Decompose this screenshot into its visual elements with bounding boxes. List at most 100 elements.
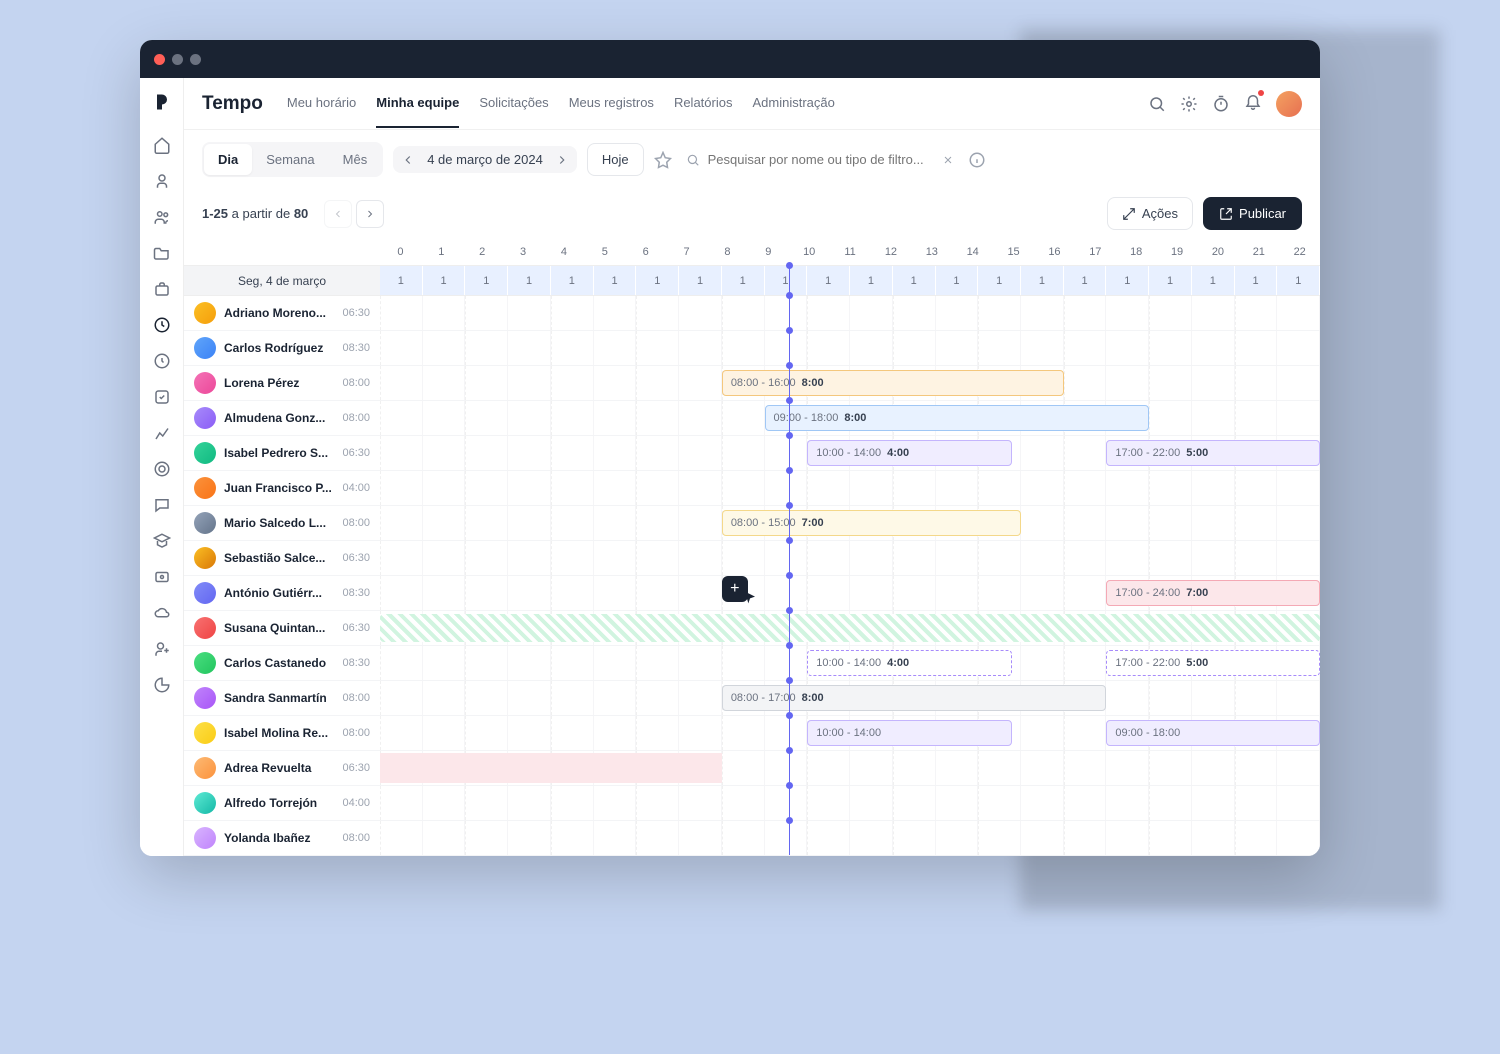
shift-block[interactable]: 17:00 - 22:005:00 [1106,440,1320,466]
actions-button[interactable]: Ações [1107,197,1193,230]
employee-name[interactable]: Adriano Moreno... [224,306,334,320]
shift-block[interactable]: 09:00 - 18:008:00 [765,405,1150,431]
next-date[interactable] [555,153,569,167]
view-semana[interactable]: Semana [252,144,328,175]
tab-administração[interactable]: Administração [752,79,834,128]
shift-block[interactable]: 10:00 - 14:004:00 [807,650,1012,676]
timeline[interactable] [380,471,1320,505]
history-icon[interactable] [153,352,171,370]
shift-block[interactable]: 17:00 - 22:005:00 [1106,650,1320,676]
chat-icon[interactable] [153,496,171,514]
tab-meus-registros[interactable]: Meus registros [569,79,654,128]
employee-name[interactable]: Susana Quintan... [224,621,334,635]
total-cell: 1 [1064,266,1107,295]
shift-block[interactable] [380,753,722,783]
clear-icon[interactable] [942,154,954,166]
employee-name[interactable]: Adrea Revuelta [224,761,334,775]
employee-row: Mario Salcedo L... 08:0008:00 - 15:007:0… [184,506,1320,541]
timeline[interactable] [380,331,1320,365]
employee-name[interactable]: António Gutiérr... [224,586,334,600]
employee-name[interactable]: Isabel Pedrero S... [224,446,334,460]
publish-button[interactable]: Publicar [1203,197,1302,230]
prev-date[interactable] [401,153,415,167]
folder-icon[interactable] [153,244,171,262]
search-icon[interactable] [1148,95,1166,113]
employee-name[interactable]: Almudena Gonz... [224,411,334,425]
timeline[interactable]: 10:00 - 14:004:00 17:00 - 22:005:00 [380,646,1320,680]
app-window: Tempo Meu horário Minha equipe Solicitaçõe… [140,40,1320,856]
star-icon[interactable] [654,151,672,169]
shift-block[interactable]: 17:00 - 24:007:00 [1106,580,1320,606]
timeline[interactable]: 08:00 - 17:008:00 [380,681,1320,715]
tab-meu-horário[interactable]: Meu horário [287,79,356,128]
cloud-icon[interactable] [153,604,171,622]
timeline[interactable] [380,296,1320,330]
shift-block[interactable]: 08:00 - 17:008:00 [722,685,1107,711]
learn-icon[interactable] [153,532,171,550]
employee-name[interactable]: Yolanda Ibañez [224,831,334,845]
tab-solicitações[interactable]: Solicitações [479,79,548,128]
prev-page[interactable] [324,200,352,228]
info-icon[interactable] [968,151,986,169]
timeline[interactable] [380,611,1320,645]
user-avatar[interactable] [1276,91,1302,117]
close-window[interactable] [154,54,165,65]
today-button[interactable]: Hoje [587,143,644,176]
task-icon[interactable] [153,388,171,406]
timer-icon[interactable] [1212,95,1230,113]
person-add-icon[interactable] [153,640,171,658]
employee-name[interactable]: Juan Francisco P... [224,481,334,495]
employee-name[interactable]: Mario Salcedo L... [224,516,334,530]
shift-block[interactable]: 09:00 - 18:00 [1106,720,1320,746]
employee-name[interactable]: Isabel Molina Re... [224,726,334,740]
availability-block[interactable] [380,614,1320,642]
clock-icon[interactable] [153,316,171,334]
employee-name[interactable]: Alfredo Torrejón [224,796,334,810]
shift-block[interactable]: 10:00 - 14:00 [807,720,1012,746]
briefcase-icon[interactable] [153,280,171,298]
timeline[interactable]: 08:00 - 16:008:00 [380,366,1320,400]
timeline[interactable]: 09:00 - 18:008:00 [380,401,1320,435]
home-icon[interactable] [153,136,171,154]
timeline[interactable]: 10:00 - 14:004:00 17:00 - 22:005:00 [380,436,1320,470]
page-title: Tempo [202,93,263,115]
next-page[interactable] [356,200,384,228]
analytics-icon[interactable] [153,424,171,442]
employee-name[interactable]: Lorena Pérez [224,376,334,390]
timeline[interactable]: 08:00 - 15:007:00 [380,506,1320,540]
tab-minha-equipe[interactable]: Minha equipe [376,79,459,128]
date-label[interactable]: 4 de março de 2024 [421,152,549,167]
employee-name[interactable]: Sandra Sanmartín [224,691,334,705]
timeline[interactable]: 10:00 - 14:00 09:00 - 18:00 [380,716,1320,750]
timeline[interactable] [380,821,1320,855]
badge-icon[interactable] [153,568,171,586]
hour-label: 5 [584,238,625,265]
tab-relatórios[interactable]: Relatórios [674,79,733,128]
pie-icon[interactable] [153,676,171,694]
user-icon[interactable] [153,172,171,190]
bell-icon[interactable] [1244,92,1262,110]
employee-row: Isabel Molina Re... 08:0010:00 - 14:0009… [184,716,1320,751]
employee-avatar [194,827,216,849]
pagination-counter: 1-25 a partir de 80 [202,206,308,221]
target-icon[interactable] [153,460,171,478]
search-input[interactable] [680,146,960,173]
employee-name[interactable]: Carlos Rodríguez [224,341,334,355]
settings-icon[interactable] [1180,95,1198,113]
team-icon[interactable] [153,208,171,226]
employee-name[interactable]: Sebastião Salce... [224,551,334,565]
minimize-window[interactable] [172,54,183,65]
timeline[interactable]: 17:00 - 24:007:00+ [380,576,1320,610]
employee-name[interactable]: Carlos Castanedo [224,656,334,670]
view-dia[interactable]: Dia [204,144,252,175]
maximize-window[interactable] [190,54,201,65]
employee-row: António Gutiérr... 08:3017:00 - 24:007:0… [184,576,1320,611]
timeline[interactable] [380,541,1320,575]
shift-block[interactable]: 08:00 - 16:008:00 [722,370,1064,396]
timeline[interactable] [380,751,1320,785]
timeline[interactable] [380,786,1320,820]
shift-block[interactable]: 10:00 - 14:004:00 [807,440,1012,466]
employee-hours: 04:00 [342,797,370,809]
shift-block[interactable]: 08:00 - 15:007:00 [722,510,1021,536]
view-mês[interactable]: Mês [329,144,382,175]
